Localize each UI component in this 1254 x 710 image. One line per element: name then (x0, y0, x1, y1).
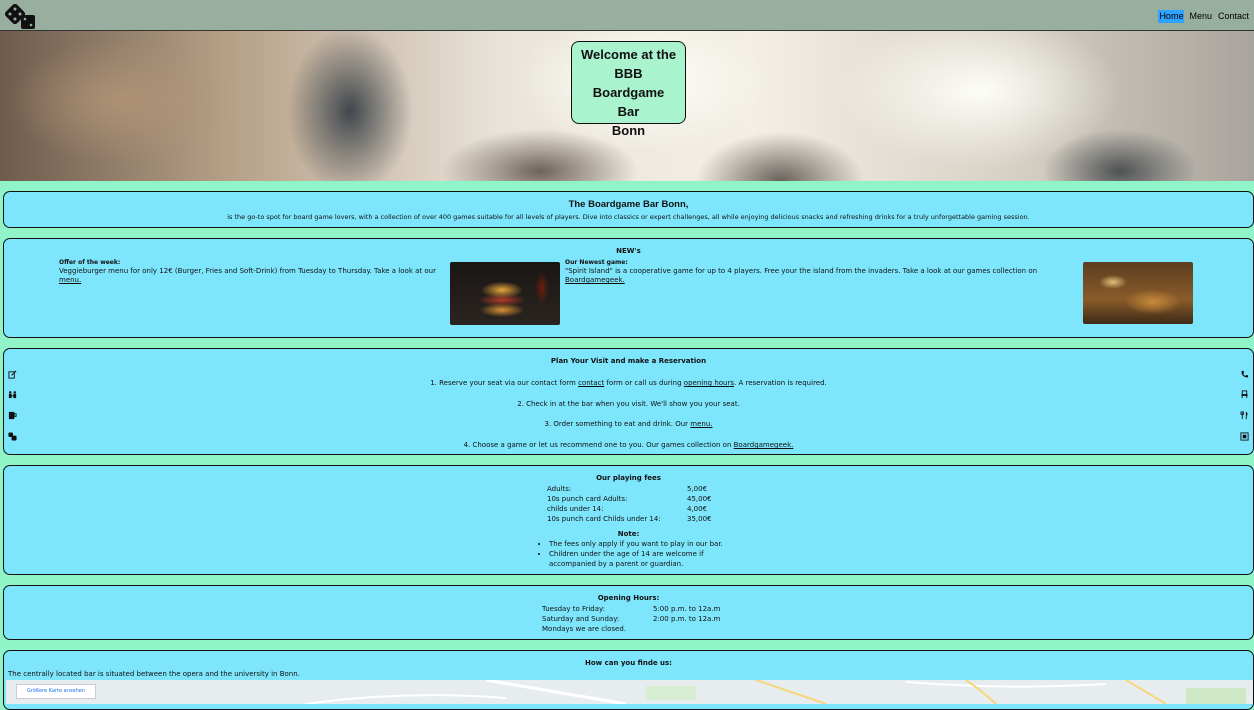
hero-title-line: Bar (617, 104, 640, 119)
intro-text: is the go-to spot for board game lovers,… (227, 213, 1030, 221)
table-row: Mondays we are closed. (542, 624, 720, 634)
offer-text: Veggieburger menu for only 12€ (Burger, … (59, 267, 436, 275)
step-3: 3. Order something to eat and drink. Our… (4, 420, 1253, 428)
menu-link[interactable]: menu. (690, 420, 712, 428)
fees-card: Our playing fees Adults: 5,00€ 10s punch … (3, 465, 1254, 575)
boardgamegeek-link[interactable]: Boardgamegeek. (565, 276, 625, 284)
hours-time: 5:00 p.m. to 12a.m (653, 605, 721, 613)
seat-icon (1241, 390, 1248, 399)
edit-icon (8, 370, 17, 379)
game-box-icon (1240, 432, 1249, 441)
plan-card: Plan Your Visit and make a Reservation 1… (3, 348, 1254, 455)
fee-price: 45,00€ (687, 495, 712, 503)
findus-card: How can you finde us: The centrally loca… (3, 650, 1254, 710)
opening-hours-link[interactable]: opening hours (684, 379, 734, 387)
hero-banner: Welcome at the BBB Boardgame Bar Bonn (0, 31, 1254, 181)
contact-link[interactable]: contact (578, 379, 604, 387)
step-1-text: . A reservation is required. (734, 379, 827, 387)
table-row: Saturday and Sunday: 2:00 p.m. to 12a.m (542, 614, 720, 624)
offer-block: Offer of the week: Veggieburger menu for… (59, 258, 449, 285)
hero-title-line: Boardgame (592, 85, 665, 100)
offer-heading: Offer of the week: (59, 259, 121, 266)
nav-link-contact[interactable]: Contact (1217, 10, 1250, 23)
fee-price: 4,00€ (687, 505, 708, 513)
hours-time: 2:00 p.m. to 12a.m (653, 615, 721, 623)
nav-link-menu[interactable]: Menu (1188, 10, 1213, 23)
hero-title-line: Welcome at the BBB (580, 47, 677, 81)
fee-label: Adults: (547, 485, 572, 493)
fee-label: childs under 14: (547, 505, 604, 513)
hero-title: Welcome at the BBB Boardgame Bar Bonn (571, 41, 686, 138)
larger-map-button[interactable]: Größere Karte ansehen (16, 684, 96, 699)
hours-day: Saturday and Sunday: (542, 615, 620, 623)
dice-logo-icon[interactable] (4, 4, 38, 30)
step-1-text: 1. Reserve your seat via our contact for… (430, 379, 579, 387)
offer-menu-link[interactable]: menu. (59, 276, 81, 284)
boardgamegeek-link-2[interactable]: Boardgamegeek. (734, 441, 794, 449)
people-icon (8, 391, 17, 399)
step-4: 4. Choose a game or let us recommend one… (4, 441, 1253, 449)
phone-icon (1241, 370, 1249, 378)
map-embed[interactable]: Größere Karte ansehen (6, 680, 1253, 704)
findus-title: How can you finde us: (585, 659, 672, 667)
table-row: 10s punch card Adults: 45,00€ (547, 494, 712, 504)
step-3-text: 3. Order something to eat and drink. Our (544, 420, 691, 428)
cutlery-icon (1240, 411, 1248, 420)
hero-title-line: Bonn (611, 123, 646, 138)
intro-card: The Boardgame Bar Bonn, is the go-to spo… (3, 191, 1254, 228)
newest-game-block: Our Newest game: "Spirit Island" is a co… (565, 258, 1085, 285)
fee-price: 5,00€ (687, 485, 708, 493)
table-row: Adults: 5,00€ (547, 484, 712, 494)
hours-closed: Mondays we are closed. (542, 625, 627, 633)
nav-link-home[interactable]: Home (1158, 10, 1185, 23)
intro-title: The Boardgame Bar Bonn, (568, 199, 689, 210)
step-1-text: form or call us during (604, 379, 684, 387)
map-roads (305, 680, 1246, 704)
step-2-text: 2. Check in at the bar when you visit. W… (517, 400, 740, 408)
game-text: "Spirit Island" is a cooperative game fo… (565, 267, 1038, 275)
fees-note-list: The fees only apply if you want to play … (534, 539, 724, 569)
news-title: NEW's (616, 247, 641, 255)
navbar: Home Menu Contact (0, 0, 1254, 31)
fees-note-title: Note: (617, 530, 640, 538)
list-item: Children under the age of 14 are welcome… (549, 549, 724, 569)
news-card: NEW's Offer of the week: Veggieburger me… (3, 238, 1254, 338)
findus-text: The centrally located bar is situated be… (8, 670, 300, 678)
list-item: The fees only apply if you want to play … (549, 539, 724, 549)
fee-price: 35,00€ (687, 515, 712, 523)
fee-label: 10s punch card Adults: (547, 495, 628, 503)
fees-title: Our playing fees (596, 474, 661, 482)
fee-label: 10s punch card Childs under 14: (547, 515, 661, 523)
dice-icon (8, 432, 17, 441)
step-4-text: 4. Choose a game or let us recommend one… (463, 441, 734, 449)
fees-table: Adults: 5,00€ 10s punch card Adults: 45,00… (547, 484, 712, 524)
game-heading: Our Newest game: (565, 259, 628, 266)
hours-table: Tuesday to Friday: 5:00 p.m. to 12a.m Sat… (542, 604, 720, 634)
step-2: 2. Check in at the bar when you visit. W… (4, 400, 1253, 408)
drink-icon (8, 411, 17, 420)
table-row: 10s punch card Childs under 14: 35,00€ (547, 514, 712, 524)
spirit-island-image (1083, 262, 1193, 324)
step-1: 1. Reserve your seat via our contact for… (4, 379, 1253, 387)
hours-title: Opening Hours: (597, 594, 660, 602)
hours-card: Opening Hours: Tuesday to Friday: 5:00 p.… (3, 585, 1254, 640)
table-row: Tuesday to Friday: 5:00 p.m. to 12a.m (542, 604, 720, 614)
burger-image (450, 262, 560, 325)
hours-day: Tuesday to Friday: (542, 605, 606, 613)
table-row: childs under 14: 4,00€ (547, 504, 712, 514)
plan-title: Plan Your Visit and make a Reservation (550, 357, 707, 365)
